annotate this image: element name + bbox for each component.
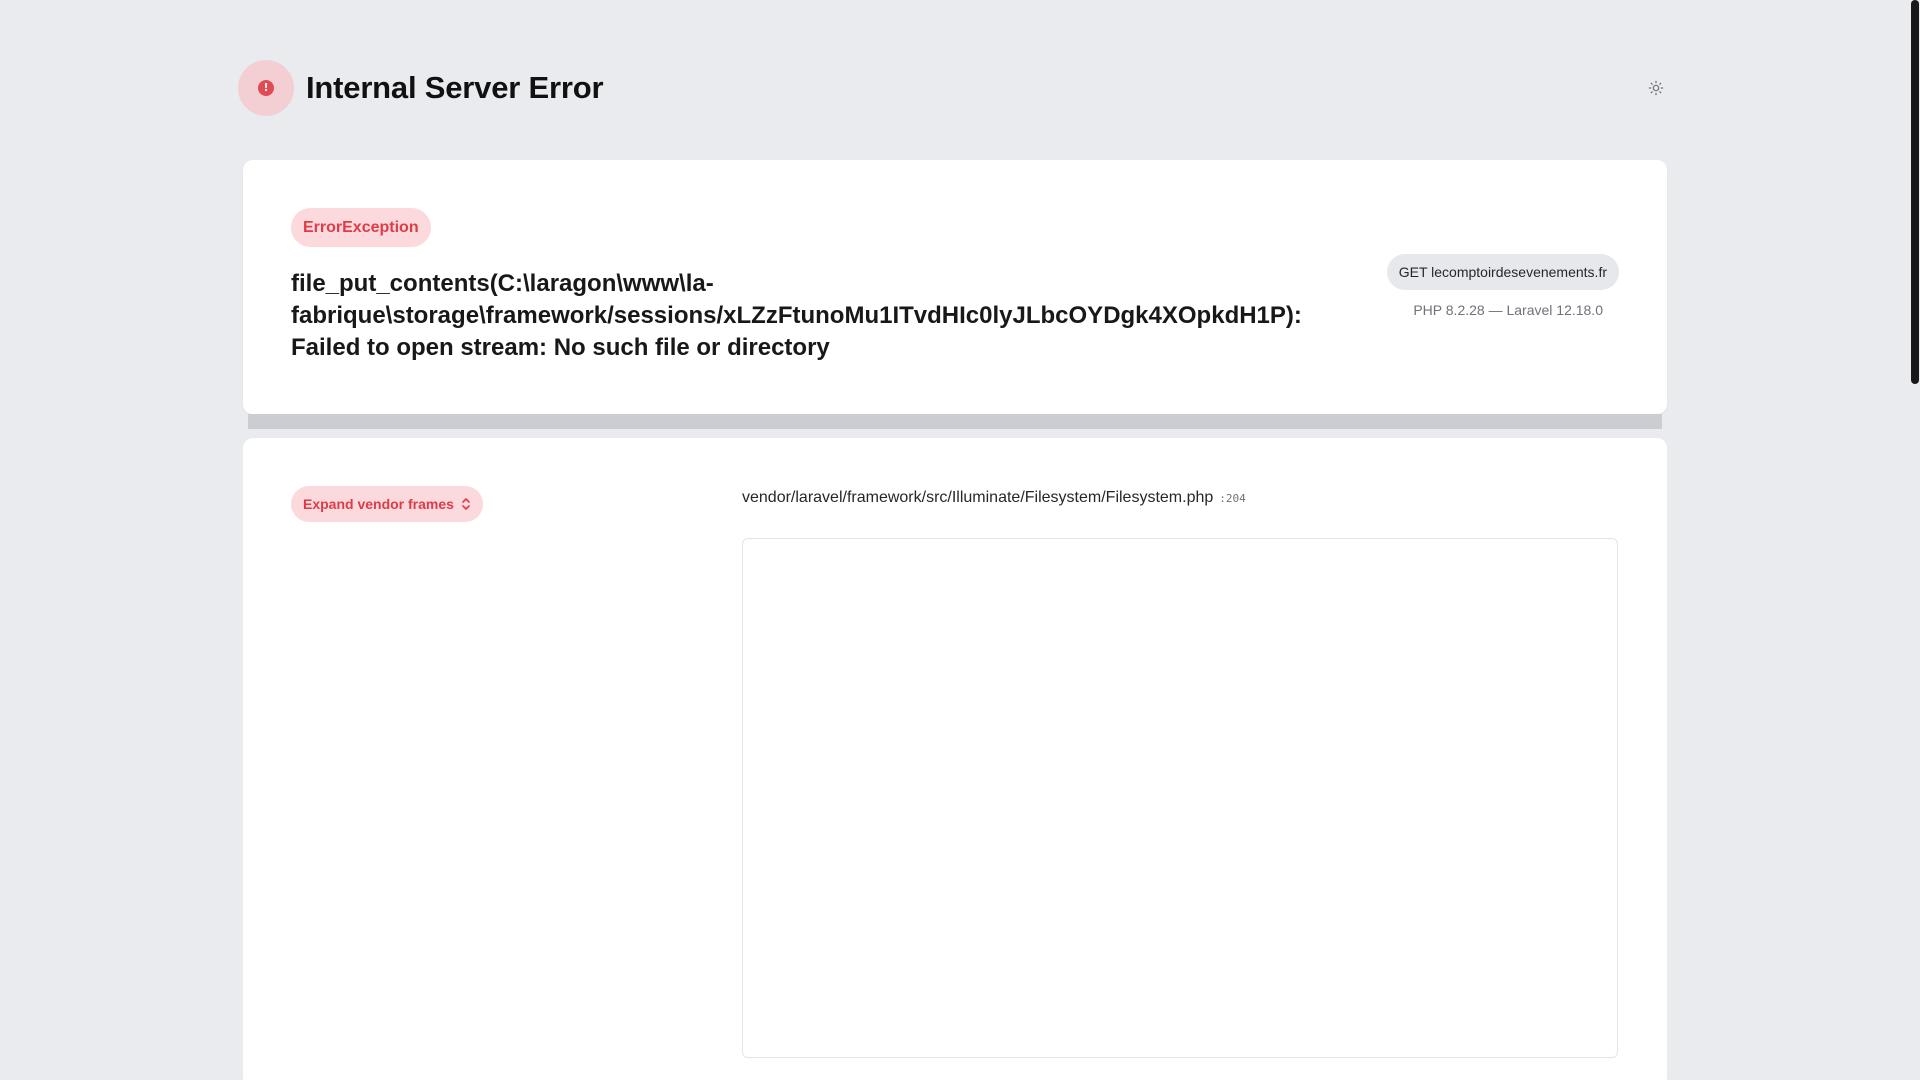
sun-icon [1648, 80, 1664, 96]
version-info: PHP 8.2.28 — Laravel 12.18.0 [1413, 302, 1603, 318]
error-icon-container: ! [238, 60, 294, 116]
theme-toggle-button[interactable] [1644, 76, 1668, 100]
page-title: Internal Server Error [306, 70, 604, 105]
request-method-url[interactable]: GET lecomptoirdesevenements.fr [1386, 254, 1619, 290]
page-header: ! Internal Server Error [238, 60, 1668, 116]
header-title-group: ! Internal Server Error [238, 60, 604, 116]
frame-file-path: vendor/laravel/framework/src/Illuminate/… [742, 489, 1246, 507]
code-viewer[interactable] [742, 538, 1618, 1058]
stack-trace-card: Expand vendor frames vendor/laravel/fram… [243, 438, 1667, 1080]
expand-vendor-frames-button[interactable]: Expand vendor frames [291, 486, 483, 522]
chevron-up-down-icon [462, 498, 470, 510]
request-info: GET lecomptoirdesevenements.fr PHP 8.2.2… [1386, 254, 1619, 318]
file-line-number: :204 [1219, 492, 1246, 505]
file-name: vendor/laravel/framework/src/Illuminate/… [742, 489, 1214, 506]
scrollbar-thumb[interactable] [1911, 0, 1919, 384]
exclamation-circle-icon: ! [258, 80, 274, 96]
page-scrollbar[interactable] [1910, 0, 1920, 1080]
exception-type-badge: ErrorException [291, 208, 431, 247]
expand-button-label: Expand vendor frames [303, 496, 454, 512]
exception-message: file_put_contents(C:\laragon\www\la-fabr… [291, 270, 1302, 361]
card-divider [248, 414, 1662, 429]
exception-card: ErrorException file_put_contents(C:\lara… [243, 160, 1667, 414]
